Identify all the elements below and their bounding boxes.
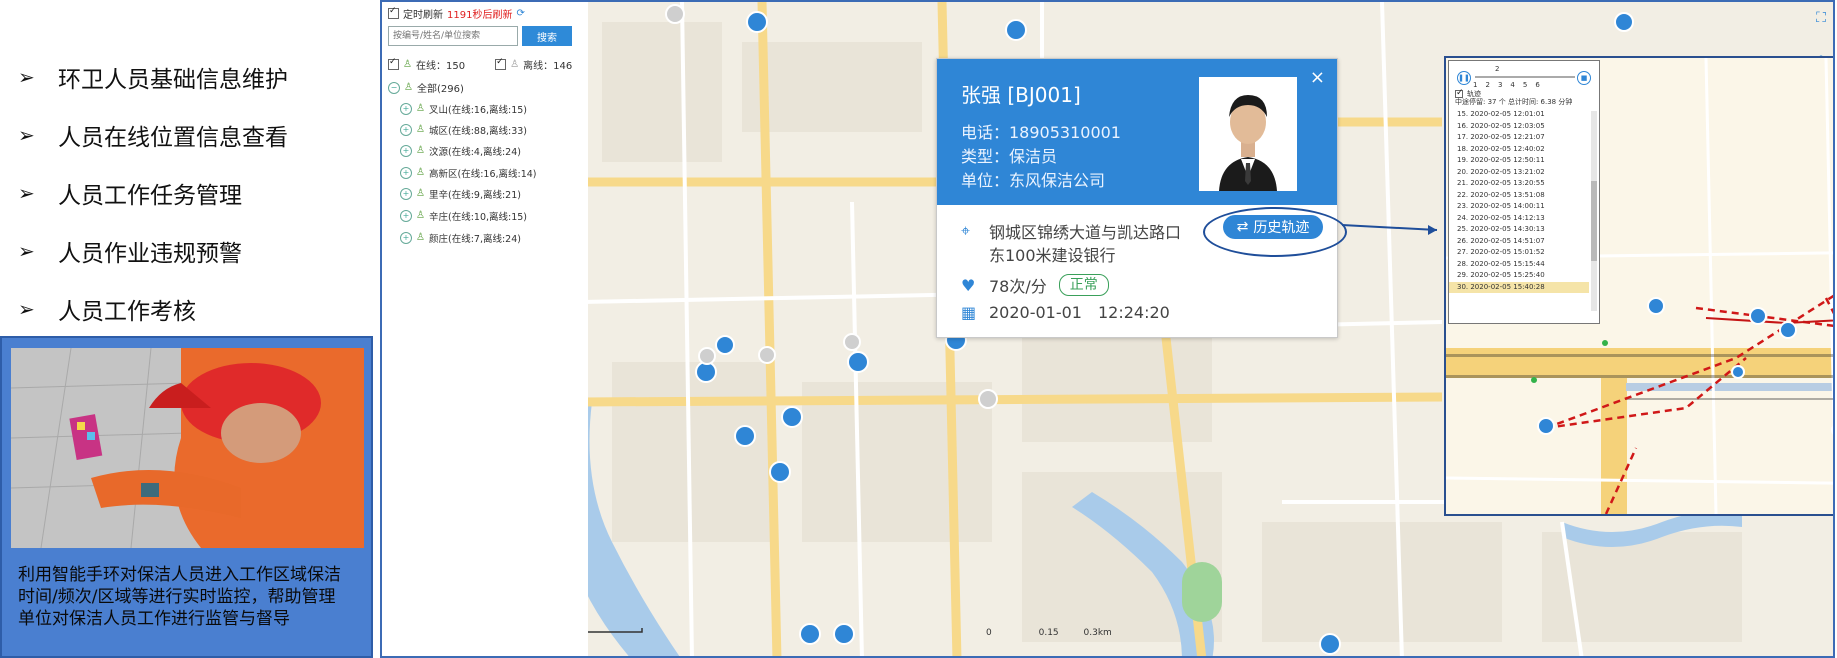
history-row[interactable]: 20. 2020-02-05 13:21:02	[1449, 167, 1589, 179]
address-line: 东100米建设银行	[989, 246, 1116, 265]
history-track-panel[interactable]: ❚❚ 2 1 2 3 4 5 6 ■ 轨迹 中途停留: 37 个 总计时间: 6…	[1444, 56, 1833, 516]
history-row[interactable]: 23. 2020-02-05 14:00:11	[1449, 201, 1589, 213]
history-row[interactable]: 28. 2020-02-05 15:15:44	[1449, 259, 1589, 271]
person-avatar	[1199, 77, 1297, 191]
calendar-icon: ▦	[961, 303, 977, 322]
track-summary: 中途停留: 37 个 总计时间: 6.38 分钟	[1455, 98, 1573, 106]
speed-option[interactable]: 1	[1473, 81, 1477, 89]
speed-option[interactable]: 6	[1535, 81, 1539, 89]
person-type: 类型：保洁员	[961, 147, 1058, 166]
history-row[interactable]: 18. 2020-02-05 12:40:02	[1449, 144, 1589, 156]
history-row[interactable]: 17. 2020-02-05 12:21:07	[1449, 132, 1589, 144]
date-value: 2020-01-01	[989, 303, 1082, 322]
person-unit: 单位：东风保洁公司	[961, 171, 1106, 190]
history-row[interactable]: 27. 2020-02-05 15:01:52	[1449, 247, 1589, 259]
speed-option[interactable]: 3	[1498, 81, 1502, 89]
speed-option[interactable]: 2	[1485, 81, 1489, 89]
history-track-button[interactable]: ⇄ 历史轨迹	[1223, 215, 1323, 239]
history-row[interactable]: 15. 2020-02-05 12:01:01	[1449, 109, 1589, 121]
map-frame[interactable]: 定时刷新 1191秒后刷新 ⟳ 搜索 ♙ 在线：150 ♙ 离线：146 − ♙…	[380, 0, 1835, 658]
arrow-bullet-icon: ➢	[18, 65, 35, 89]
feature-label: 人员作业违规预警	[58, 241, 242, 267]
scrollbar-thumb[interactable]	[1591, 181, 1597, 261]
playback-bar: ❚❚ 2 1 2 3 4 5 6 ■	[1455, 65, 1591, 91]
popup-header: 张强 [BJ001] × 电话：18905310001 类型：保洁员 单位：东风…	[937, 59, 1337, 205]
time-value: 12:24:20	[1097, 303, 1170, 322]
photo-caption: 利用智能手环对保洁人员进入工作区域保洁 时间/频次/区域等进行实时监控，帮助管理…	[18, 564, 368, 630]
status-badge: 正常	[1058, 274, 1109, 296]
arrow-bullet-icon: ➢	[18, 297, 35, 321]
caption-line: 单位对保洁人员工作进行监管与督导	[18, 609, 290, 629]
feature-item: ➢ 环卫人员基础信息维护	[18, 48, 358, 106]
route-icon: ⇄	[1236, 219, 1249, 235]
speed-slider[interactable]	[1475, 76, 1575, 78]
feature-item: ➢ 人员在线位置信息查看	[18, 106, 358, 164]
history-row[interactable]: 26. 2020-02-05 14:51:07	[1449, 236, 1589, 248]
heartbeat-icon: ♥	[961, 275, 976, 295]
current-speed: 2	[1495, 65, 1500, 73]
person-name: 张强 [BJ001]	[961, 83, 1081, 107]
address-row-2: 东100米建设银行	[989, 242, 1116, 266]
arrow-bullet-icon: ➢	[18, 123, 35, 147]
history-row[interactable]: 25. 2020-02-05 14:30:13	[1449, 224, 1589, 236]
address-line: 钢城区锦绣大道与凯达路口	[989, 223, 1182, 242]
datetime-row: ▦ 2020-01-01 12:24:20	[961, 303, 1170, 322]
photo-card: 利用智能手环对保洁人员进入工作区域保洁 时间/频次/区域等进行实时监控，帮助管理…	[0, 336, 373, 658]
history-row-selected[interactable]: 30. 2020-02-05 15:40:28	[1449, 281, 1589, 293]
arrow-bullet-icon: ➢	[18, 239, 35, 263]
history-row[interactable]: 19. 2020-02-05 12:50:11	[1449, 155, 1589, 167]
feature-item: ➢ 人员工作任务管理	[18, 164, 358, 222]
feature-label: 人员在线位置信息查看	[58, 125, 288, 151]
history-row[interactable]: 16. 2020-02-05 12:03:05	[1449, 121, 1589, 133]
feature-label: 人员工作任务管理	[58, 183, 242, 209]
history-row[interactable]: 29. 2020-02-05 15:25:40	[1449, 270, 1589, 282]
history-rows: 15. 2020-02-05 12:01:01 16. 2020-02-05 1…	[1449, 109, 1589, 293]
heart-rate-row: ♥ 78次/分 正常	[961, 273, 1109, 297]
feature-item: ➢ 人员工作考核	[18, 280, 358, 338]
pause-icon[interactable]: ❚❚	[1457, 71, 1471, 85]
arrow-bullet-icon: ➢	[18, 181, 35, 205]
address-row: ⌖ 钢城区锦绣大道与凯达路口	[961, 219, 1181, 243]
feature-label: 环卫人员基础信息维护	[58, 67, 288, 93]
feature-list: ➢ 环卫人员基础信息维护 ➢ 人员在线位置信息查看 ➢ 人员工作任务管理 ➢ 人员作业违…	[18, 48, 358, 338]
history-track-label: 历史轨迹	[1253, 220, 1310, 236]
person-phone: 电话：18905310001	[961, 123, 1121, 142]
feature-item: ➢ 人员作业违规预警	[18, 222, 358, 280]
feature-label: 人员工作考核	[58, 299, 196, 325]
history-row[interactable]: 22. 2020-02-05 13:51:08	[1449, 190, 1589, 202]
history-row[interactable]: 21. 2020-02-05 13:20:55	[1449, 178, 1589, 190]
person-info-popup: 张强 [BJ001] × 电话：18905310001 类型：保洁员 单位：东风…	[936, 58, 1347, 338]
close-icon[interactable]: ×	[1310, 67, 1325, 88]
location-pin-icon: ⌖	[961, 221, 971, 240]
history-row[interactable]: 24. 2020-02-05 14:12:13	[1449, 213, 1589, 225]
worker-photo	[11, 348, 364, 548]
list-scrollbar[interactable]	[1591, 111, 1597, 311]
speed-option[interactable]: 4	[1510, 81, 1514, 89]
caption-line: 利用智能手环对保洁人员进入工作区域保洁	[18, 565, 341, 585]
heart-rate-value: 78次/分	[989, 277, 1047, 296]
speed-option[interactable]: 5	[1523, 81, 1527, 89]
history-point-list[interactable]: ❚❚ 2 1 2 3 4 5 6 ■ 轨迹 中途停留: 37 个 总计时间: 6…	[1448, 60, 1600, 324]
speed-options: 1 2 3 4 5 6	[1473, 81, 1540, 89]
caption-line: 时间/频次/区域等进行实时监控，帮助管理	[18, 587, 336, 607]
stop-icon[interactable]: ■	[1577, 71, 1591, 85]
